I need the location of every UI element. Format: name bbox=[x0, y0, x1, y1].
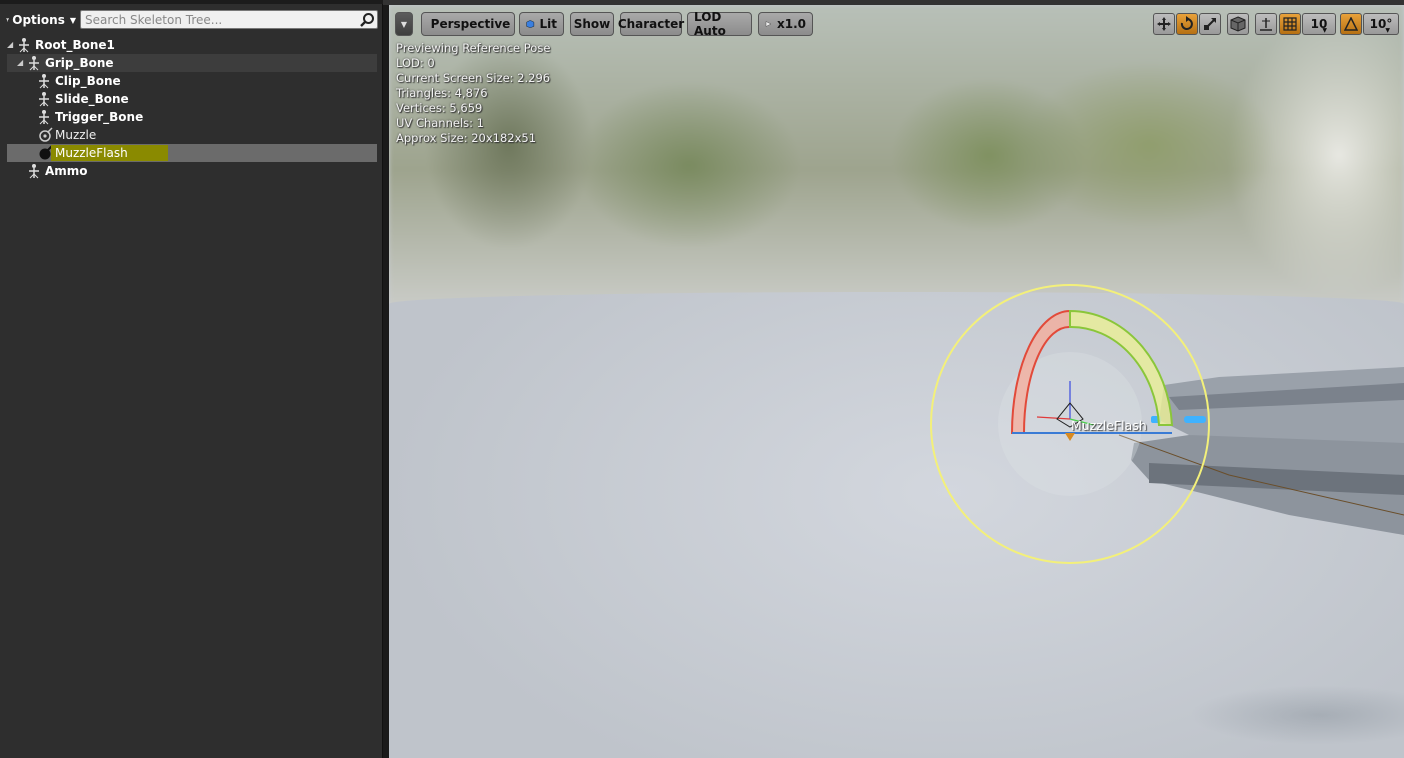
bone-icon bbox=[29, 56, 39, 71]
tree-item-label: Muzzle bbox=[55, 128, 97, 142]
tree-item-label: Root_Bone1 bbox=[35, 38, 115, 52]
search-icon[interactable] bbox=[359, 12, 375, 28]
tree-item-grip-bone[interactable]: ◢ Grip_Bone bbox=[7, 54, 377, 72]
tree-item-label: Trigger_Bone bbox=[55, 110, 144, 124]
stats-line: Vertices: 5,659 bbox=[396, 101, 483, 115]
tree-item-label: MuzzleFlash bbox=[51, 145, 168, 161]
lod-button[interactable]: LOD Auto bbox=[687, 10, 752, 38]
surface-snap-button[interactable] bbox=[1255, 13, 1277, 35]
search-input[interactable] bbox=[81, 11, 359, 29]
tree-item-label: Grip_Bone bbox=[45, 56, 114, 70]
show-button[interactable]: Show bbox=[570, 12, 614, 36]
scale-icon bbox=[1204, 18, 1216, 30]
lit-button[interactable]: Lit bbox=[519, 12, 564, 36]
lod-label: LOD Auto bbox=[694, 10, 726, 38]
stats-line: Previewing Reference Pose bbox=[396, 41, 551, 55]
surface-snap-icon bbox=[1260, 18, 1272, 31]
translate-tool-button[interactable] bbox=[1153, 13, 1175, 35]
angle-icon bbox=[1344, 17, 1358, 31]
filter-icon bbox=[6, 18, 10, 22]
lit-sphere-icon bbox=[526, 20, 535, 28]
bone-icon bbox=[39, 74, 49, 89]
grid-snap-value-dropdown[interactable]: 10 ▼ bbox=[1302, 13, 1336, 35]
scale-tool-button[interactable] bbox=[1199, 13, 1221, 35]
bone-icon bbox=[29, 164, 39, 179]
viewport-stats-overlay: Previewing Reference Pose LOD: 0 Current… bbox=[396, 41, 550, 146]
search-box[interactable] bbox=[80, 10, 378, 29]
chevron-down-icon: ▼ bbox=[400, 19, 408, 29]
perspective-label: Perspective bbox=[430, 17, 511, 31]
options-label: Options bbox=[12, 13, 65, 27]
rotate-tool-button[interactable] bbox=[1176, 13, 1198, 35]
rotate-icon bbox=[1180, 16, 1193, 30]
bone-icon bbox=[39, 92, 49, 107]
tree-item-label: Slide_Bone bbox=[55, 92, 129, 106]
cube-icon bbox=[1230, 16, 1246, 32]
play-icon bbox=[765, 21, 772, 27]
character-label: Character bbox=[617, 17, 685, 31]
tree-item-muzzle-socket[interactable]: Muzzle bbox=[7, 126, 377, 144]
socket-label: MuzzleFlash bbox=[1071, 418, 1147, 433]
tree-item-slide-bone[interactable]: Slide_Bone bbox=[7, 90, 377, 108]
weapon-light bbox=[1184, 416, 1206, 423]
collapse-arrow-icon[interactable]: ◢ bbox=[7, 40, 15, 49]
stats-line: Current Screen Size: 2.296 bbox=[396, 71, 551, 85]
grid-snap-toggle[interactable] bbox=[1279, 13, 1301, 35]
play-rate-label: x1.0 bbox=[777, 17, 806, 31]
chevron-down-icon: ▼ bbox=[69, 15, 76, 25]
translate-icon bbox=[1157, 17, 1171, 31]
tree-item-clip-bone[interactable]: Clip_Bone bbox=[7, 72, 377, 90]
socket-icon bbox=[39, 127, 53, 142]
viewport-options-dropdown[interactable]: ▼ bbox=[395, 12, 413, 36]
stats-line: Approx Size: 20x182x51 bbox=[396, 131, 537, 145]
skeleton-tree-toolbar: Options ▼ bbox=[0, 8, 383, 32]
chevron-down-icon: ▼ bbox=[1322, 27, 1327, 34]
play-rate-button[interactable]: x1.0 bbox=[758, 12, 813, 36]
bone-icon bbox=[19, 38, 29, 53]
grid-icon bbox=[1283, 17, 1297, 31]
tree-item-ammo[interactable]: Ammo bbox=[7, 162, 377, 180]
tree-item-root-bone1[interactable]: ◢ Root_Bone1 bbox=[7, 36, 377, 54]
chevron-down-icon: ▼ bbox=[1385, 27, 1390, 34]
coordinate-space-button[interactable] bbox=[1227, 13, 1249, 35]
panel-top-border bbox=[0, 0, 383, 4]
tree-item-label: Clip_Bone bbox=[55, 74, 121, 88]
skeleton-tree-panel: Options ▼ ◢ Root_Bone1 ◢ Grip_Bone Clip_… bbox=[0, 0, 383, 758]
tree-item-muzzleflash-socket[interactable]: MuzzleFlash bbox=[7, 144, 377, 162]
collapse-arrow-icon[interactable]: ◢ bbox=[17, 58, 25, 67]
rotation-snap-toggle[interactable] bbox=[1340, 13, 1362, 35]
lit-label: Lit bbox=[539, 17, 558, 31]
tree-item-label: Ammo bbox=[45, 164, 88, 178]
preview-viewport[interactable]: MuzzleFlash ▼ Perspective Lit Show Chara… bbox=[389, 5, 1404, 758]
bone-icon bbox=[39, 110, 49, 125]
options-dropdown-button[interactable]: Options ▼ bbox=[6, 10, 76, 30]
stats-line: Triangles: 4,876 bbox=[396, 86, 488, 100]
perspective-button[interactable]: Perspective bbox=[421, 12, 515, 36]
stats-line: LOD: 0 bbox=[396, 56, 435, 70]
stats-line: UV Channels: 1 bbox=[396, 116, 484, 130]
show-label: Show bbox=[573, 17, 611, 31]
character-button[interactable]: Character bbox=[617, 12, 685, 36]
rotation-snap-value-dropdown[interactable]: 10° ▼ bbox=[1363, 13, 1399, 35]
tree-item-trigger-bone[interactable]: Trigger_Bone bbox=[7, 108, 377, 126]
